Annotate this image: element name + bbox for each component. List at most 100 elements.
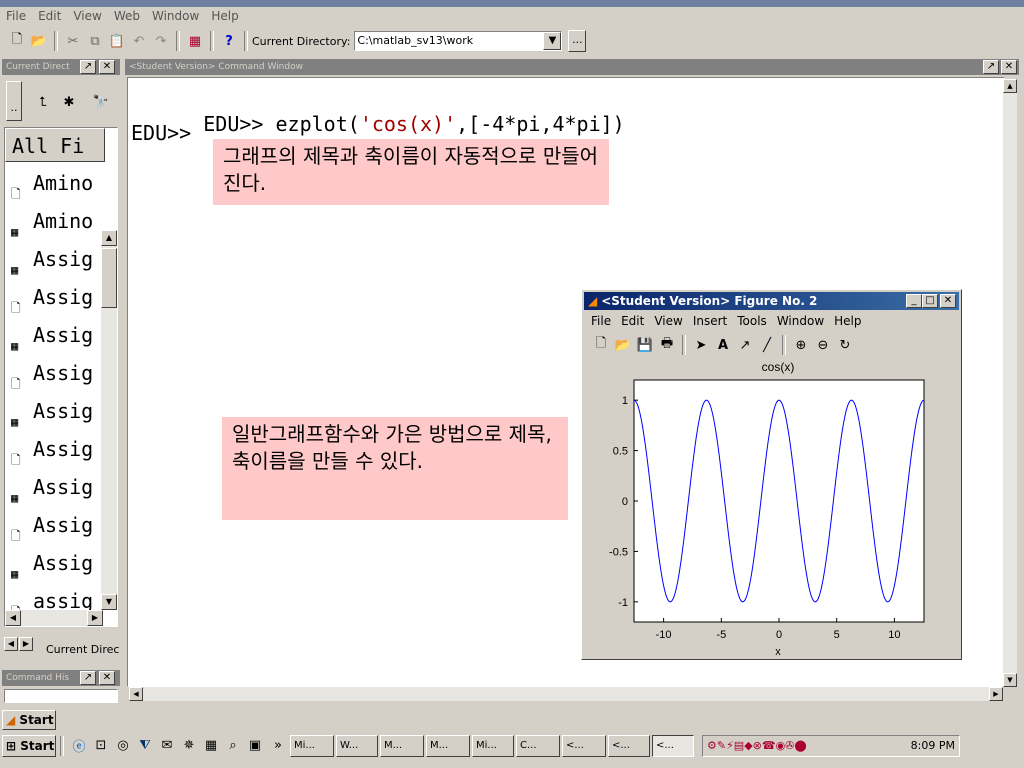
file-list-header[interactable]: All Fi [5, 128, 105, 162]
file-list-horizontal-scrollbar[interactable]: ◀ ▶ [5, 610, 103, 626]
taskbar-task[interactable]: C... [516, 734, 560, 757]
start-strip-button[interactable]: ◢ Start [2, 710, 56, 730]
command-history-list[interactable] [4, 689, 118, 703]
open-icon[interactable]: 📂 [612, 334, 634, 356]
figure-title-bar[interactable]: ◢ <Student Version> Figure No. 2 [584, 292, 959, 310]
find-icon[interactable]: 🔭 [90, 91, 112, 113]
list-item[interactable]: 🗋 Amino [11, 164, 93, 202]
cos-plot[interactable]: cos(x) -10 -5 0 5 10 1 0.5 0 -0.5 -1 x [584, 358, 961, 658]
minimize-icon[interactable]: _ [906, 294, 922, 308]
list-item[interactable]: 🗋 Assig [11, 354, 93, 392]
more-icon[interactable]: » [266, 735, 290, 757]
scroll-right-button[interactable]: ▶ [989, 687, 1003, 701]
tab-current-directory[interactable]: Current Direc [46, 643, 119, 656]
current-directory-field[interactable]: C:\matlab_sv13\work ▼ [354, 31, 563, 51]
insert-line-icon[interactable]: ╱ [756, 334, 778, 356]
pointer-icon[interactable]: ➤ [690, 334, 712, 356]
open-folder-icon[interactable]: 📂 [28, 30, 50, 52]
taskbar-task[interactable]: W... [336, 734, 378, 757]
scroll-up-button[interactable]: ▲ [1003, 79, 1017, 93]
quicklaunch-icon[interactable]: ▦ [200, 735, 222, 757]
desktop-icon[interactable]: ⊡ [90, 735, 112, 757]
help-icon[interactable]: ? [218, 30, 240, 52]
cut-icon[interactable]: ✂ [62, 30, 84, 52]
figure-menu-tools[interactable]: Tools [737, 314, 767, 328]
menu-view[interactable]: View [73, 9, 101, 23]
rotate-icon[interactable]: ↻ [834, 334, 856, 356]
panel-more-button[interactable]: .. [6, 81, 22, 121]
channel-icon[interactable]: ◎ [112, 735, 134, 757]
quicklaunch-icon[interactable]: ⧨ [134, 735, 156, 757]
close-icon[interactable]: ✕ [99, 671, 115, 685]
menu-web[interactable]: Web [114, 9, 140, 23]
list-item[interactable]: ▦ Assig [11, 392, 93, 430]
print-icon[interactable]: 🖶 [656, 334, 678, 356]
redo-icon[interactable]: ↷ [150, 30, 172, 52]
figure-menu-insert[interactable]: Insert [693, 314, 727, 328]
insert-text-icon[interactable]: A [712, 334, 734, 356]
mail-icon[interactable]: ✉ [156, 735, 178, 757]
list-item[interactable]: ▦ Assig [11, 468, 93, 506]
close-icon[interactable]: ✕ [1001, 60, 1017, 74]
figure-menu-edit[interactable]: Edit [621, 314, 644, 328]
undock-icon[interactable]: ↗ [983, 60, 999, 74]
file-list-vertical-scrollbar[interactable]: ▲ ▼ [101, 230, 117, 610]
list-item[interactable]: 🗋 Assig [11, 278, 93, 316]
quicklaunch-icon[interactable]: ▣ [244, 735, 266, 757]
figure-menu-window[interactable]: Window [777, 314, 824, 328]
menu-file[interactable]: File [6, 9, 26, 23]
scroll-right-button[interactable]: ▶ [87, 610, 103, 626]
zoom-out-icon[interactable]: ⊖ [812, 334, 834, 356]
list-item[interactable]: 🗋 Assig [11, 506, 93, 544]
scroll-down-button[interactable]: ▼ [1003, 673, 1017, 687]
simulink-icon[interactable]: ▦ [184, 30, 206, 52]
directory-dropdown-button[interactable]: ▼ [543, 32, 562, 50]
undock-icon[interactable]: ↗ [80, 60, 96, 74]
menu-window[interactable]: Window [152, 9, 199, 23]
search-icon[interactable]: ⌕ [222, 735, 244, 757]
browse-directory-button[interactable]: ... [568, 30, 587, 52]
scroll-thumb[interactable] [101, 248, 117, 308]
close-icon[interactable]: ✕ [99, 60, 115, 74]
list-item[interactable]: ▦ Assig [11, 316, 93, 354]
figure-menu-help[interactable]: Help [834, 314, 861, 328]
save-icon[interactable]: 💾 [634, 334, 656, 356]
paste-icon[interactable]: 📋 [106, 30, 128, 52]
scroll-down-button[interactable]: ▼ [101, 594, 117, 610]
quicklaunch-icon[interactable]: ✵ [178, 735, 200, 757]
new-folder-icon[interactable]: ✱ [58, 91, 80, 113]
command-window-vertical-scrollbar[interactable]: ▲ ▼ [1003, 79, 1017, 687]
taskbar-task[interactable]: Mi... [290, 734, 334, 757]
menu-edit[interactable]: Edit [38, 9, 61, 23]
copy-icon[interactable]: ⧉ [84, 30, 106, 52]
undock-icon[interactable]: ↗ [80, 671, 96, 685]
taskbar-task[interactable]: <... [562, 734, 606, 757]
taskbar-task[interactable]: <... [652, 734, 694, 757]
new-figure-icon[interactable]: 🗋 [590, 334, 612, 356]
undo-icon[interactable]: ↶ [128, 30, 150, 52]
taskbar-task[interactable]: Mi... [472, 734, 514, 757]
insert-arrow-icon[interactable]: ↗ [734, 334, 756, 356]
tab-scroll-right[interactable]: ▶ [19, 637, 33, 651]
tray-icons[interactable]: ⚙✎⚡▤◆⊗☎◉✇⬤ [707, 739, 807, 752]
maximize-icon[interactable]: □ [922, 294, 938, 308]
scroll-left-button[interactable]: ◀ [129, 687, 143, 701]
new-file-icon[interactable]: 🗋 [6, 30, 28, 52]
list-item[interactable]: ▦ Amino [11, 202, 93, 240]
list-item[interactable]: ▦ Assig [11, 240, 93, 278]
menu-help[interactable]: Help [211, 9, 238, 23]
zoom-in-icon[interactable]: ⊕ [790, 334, 812, 356]
scroll-left-button[interactable]: ◀ [5, 610, 21, 626]
close-icon[interactable]: ✕ [940, 294, 956, 308]
list-item[interactable]: 🗋 Assig [11, 430, 93, 468]
scroll-up-button[interactable]: ▲ [101, 230, 117, 246]
command-window-horizontal-scrollbar[interactable]: ◀ ▶ [129, 687, 1003, 701]
figure-menu-view[interactable]: View [654, 314, 682, 328]
list-item[interactable]: ▦ Assig [11, 544, 93, 582]
taskbar-task[interactable]: <... [608, 734, 650, 757]
start-button[interactable]: ⊞ Start [2, 734, 56, 757]
up-folder-icon[interactable]: ⮤ [32, 91, 54, 113]
figure-menu-file[interactable]: File [591, 314, 611, 328]
taskbar-task[interactable]: M... [426, 734, 470, 757]
tab-scroll-left[interactable]: ◀ [4, 637, 18, 651]
